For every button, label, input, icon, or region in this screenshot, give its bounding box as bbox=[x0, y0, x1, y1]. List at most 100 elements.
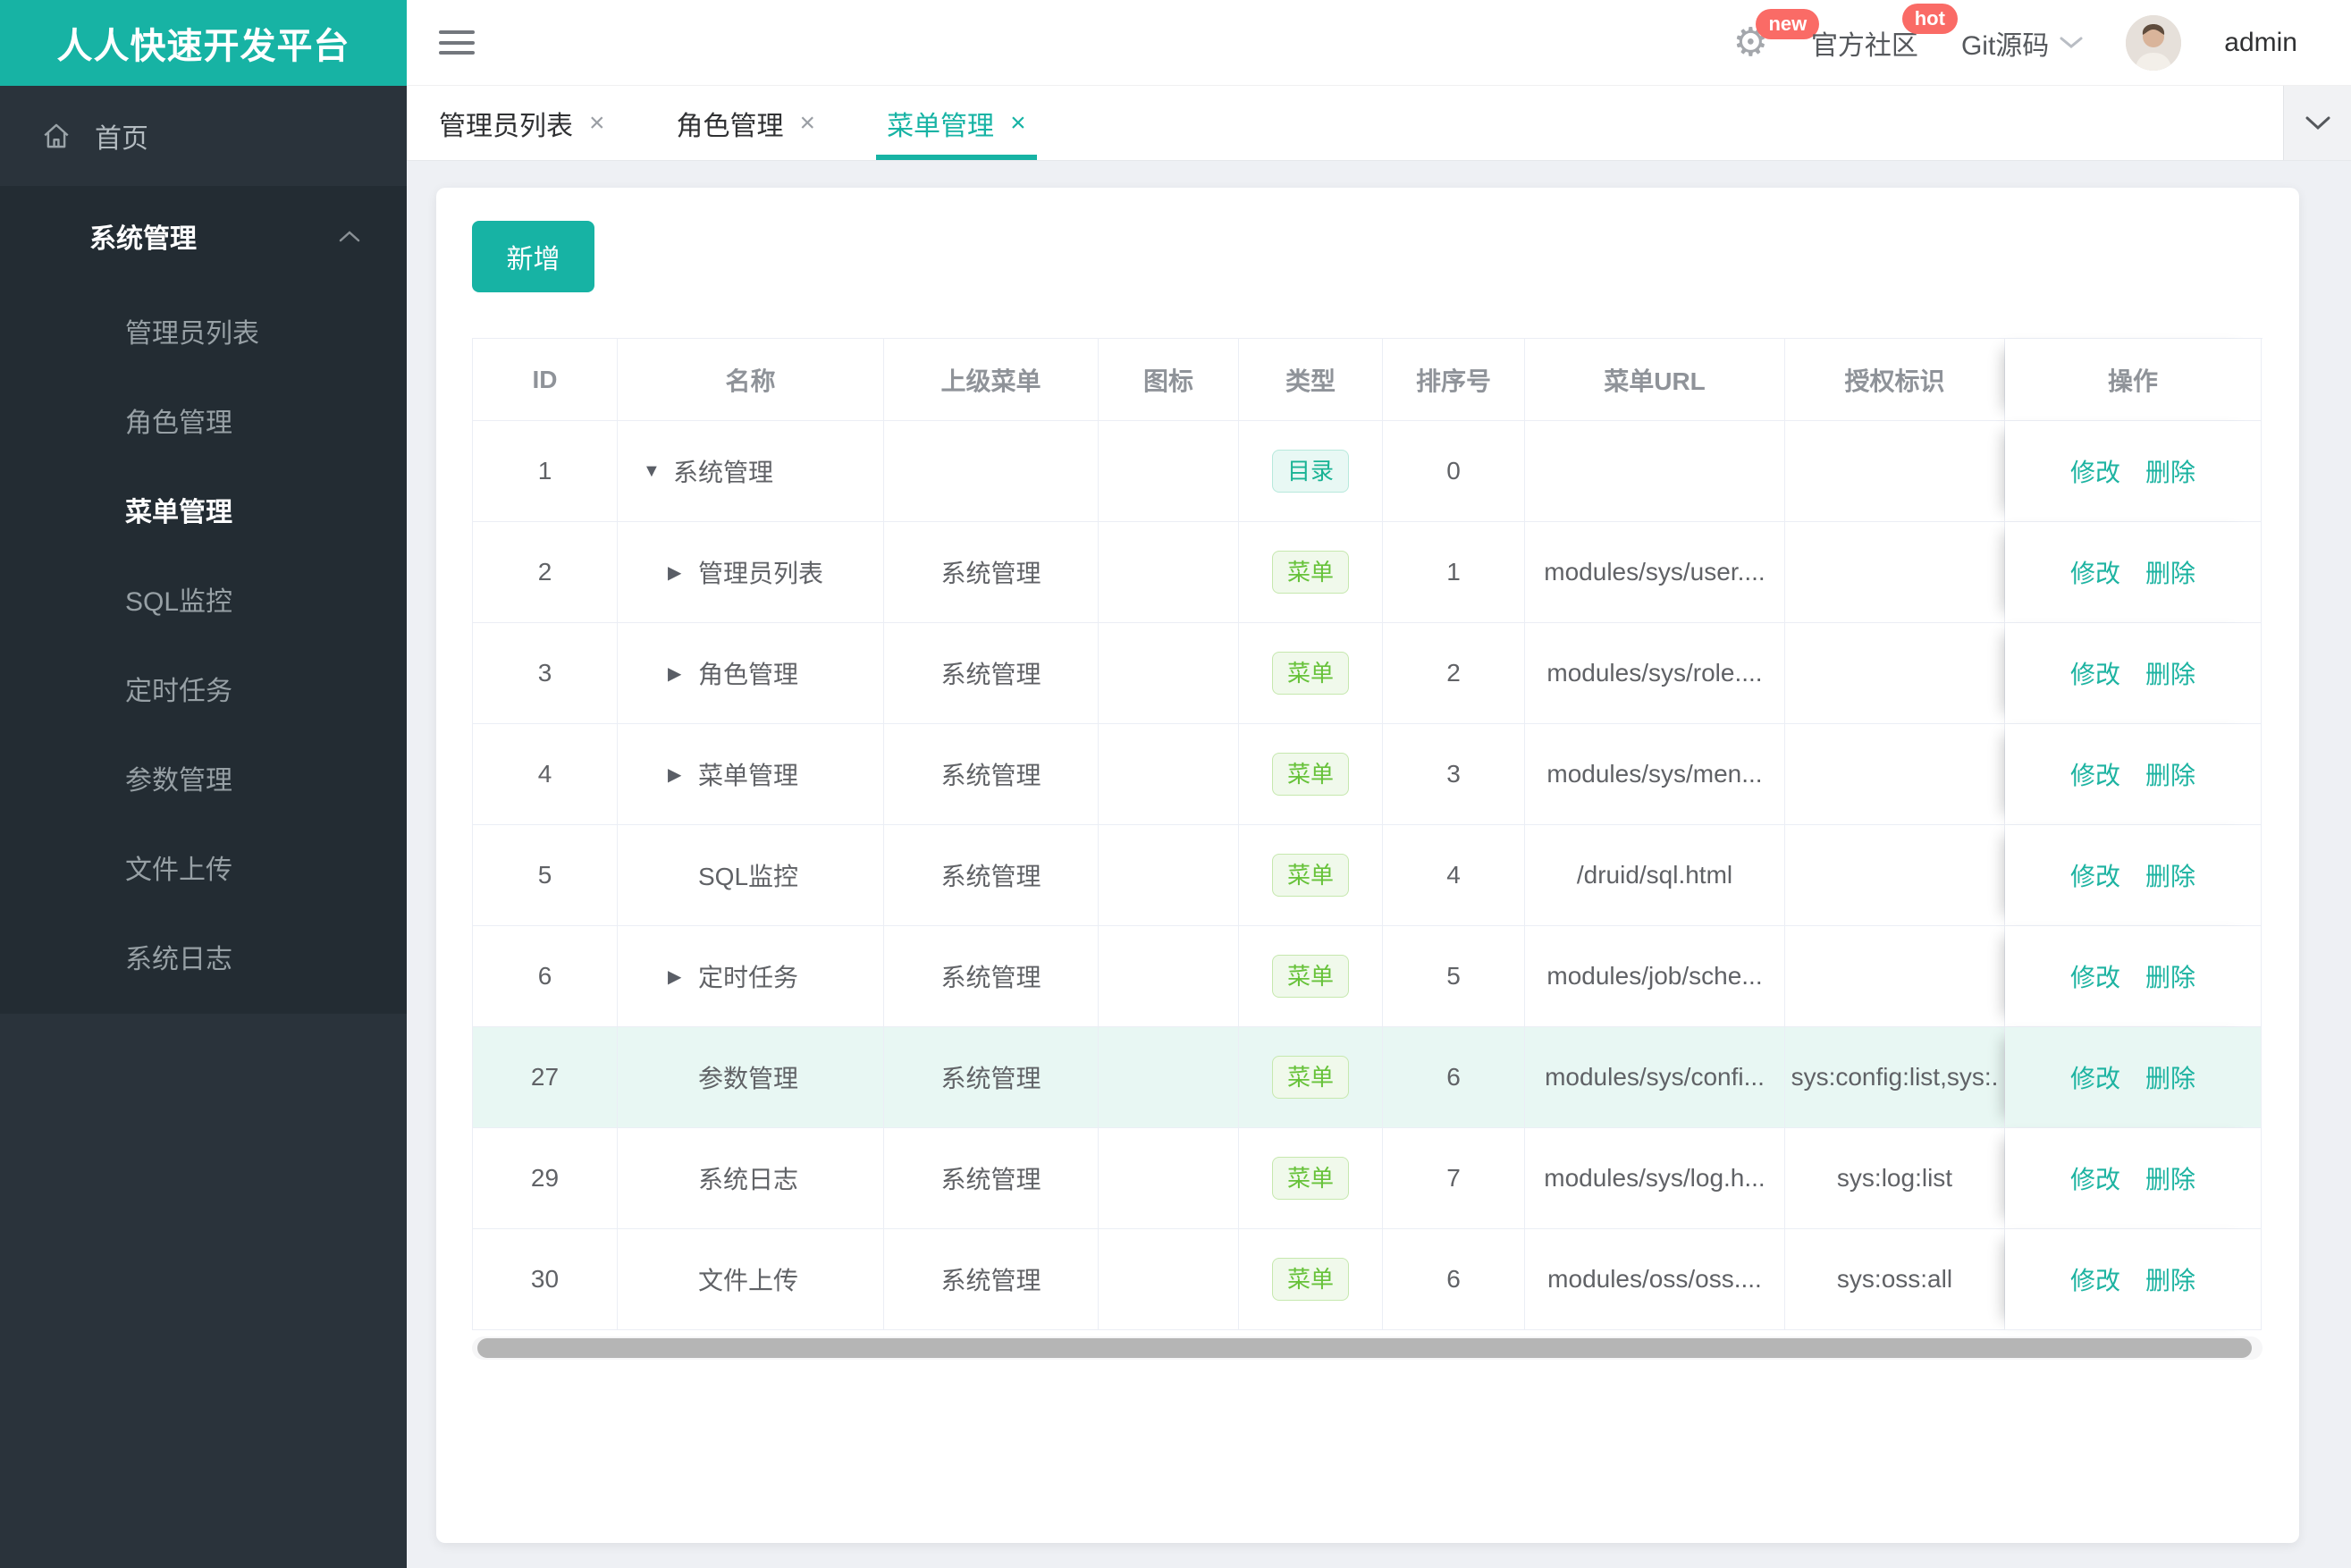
column-header-类型: 类型 bbox=[1239, 339, 1383, 421]
cell-menu-url bbox=[1525, 421, 1785, 522]
tab-label: 菜单管理 bbox=[887, 111, 995, 141]
brand-logo: 人人快速开发平台 bbox=[0, 0, 407, 86]
sidebar-item-文件上传[interactable]: 文件上传 bbox=[0, 822, 407, 912]
cell-order: 3 bbox=[1383, 724, 1525, 825]
horizontal-scrollbar-track bbox=[472, 1336, 2263, 1360]
table-row: 29 系统日志 系统管理 菜单 7 modules/sys/log.h... sys:log… bbox=[473, 1128, 2263, 1229]
delete-link[interactable]: 删除 bbox=[2145, 1261, 2195, 1297]
cell-id: 4 bbox=[473, 724, 618, 825]
tab-菜单管理[interactable]: 菜单管理 × bbox=[871, 86, 1042, 160]
community-label: 官方社区 bbox=[1810, 30, 1918, 61]
cell-perm bbox=[1785, 421, 2005, 522]
cell-name: 文件上传 bbox=[618, 1229, 884, 1330]
tree-collapse-icon[interactable]: ▼ bbox=[643, 461, 673, 482]
tab-close-icon[interactable]: × bbox=[589, 108, 605, 139]
cell-id: 27 bbox=[473, 1027, 618, 1128]
tree-expand-icon[interactable]: ▶ bbox=[668, 763, 698, 786]
avatar[interactable] bbox=[2126, 14, 2182, 71]
tab-overflow-button[interactable] bbox=[2283, 86, 2351, 160]
tab-角色管理[interactable]: 角色管理 × bbox=[661, 86, 832, 160]
column-header-图标: 图标 bbox=[1099, 339, 1239, 421]
sidebar-item-系统日志[interactable]: 系统日志 bbox=[0, 912, 407, 1001]
tab-管理员列表[interactable]: 管理员列表 × bbox=[423, 86, 621, 160]
edit-link[interactable]: 修改 bbox=[2070, 453, 2120, 489]
delete-link[interactable]: 删除 bbox=[2145, 655, 2195, 691]
sidebar-item-管理员列表[interactable]: 管理员列表 bbox=[0, 286, 407, 375]
type-badge: 菜单 bbox=[1271, 854, 1349, 897]
tab-close-icon[interactable]: × bbox=[800, 108, 816, 139]
delete-link[interactable]: 删除 bbox=[2145, 1160, 2195, 1196]
table-row: 4 ▶ 菜单管理 系统管理 菜单 3 modules/sys/men... 修改 删除 bbox=[473, 724, 2263, 825]
edit-link[interactable]: 修改 bbox=[2070, 857, 2120, 893]
sidebar-item-参数管理[interactable]: 参数管理 bbox=[0, 733, 407, 822]
cell-menu-url: modules/job/sche... bbox=[1525, 926, 1785, 1027]
cell-perm bbox=[1785, 522, 2005, 623]
cell-type: 菜单 bbox=[1239, 623, 1383, 724]
sidebar-item-定时任务[interactable]: 定时任务 bbox=[0, 644, 407, 733]
cell-menu-url: modules/oss/oss.... bbox=[1525, 1229, 1785, 1330]
delete-link[interactable]: 删除 bbox=[2145, 958, 2195, 994]
edit-link[interactable]: 修改 bbox=[2070, 554, 2120, 590]
delete-link[interactable]: 删除 bbox=[2145, 756, 2195, 792]
cell-type: 菜单 bbox=[1239, 1128, 1383, 1229]
hamburger-menu-icon[interactable] bbox=[439, 30, 475, 55]
sidebar-item-菜单管理[interactable]: 菜单管理 bbox=[0, 465, 407, 554]
tab-bar: 管理员列表 × 角色管理 × 菜单管理 × bbox=[407, 86, 2351, 161]
sidebar-item-home[interactable]: 首页 bbox=[0, 86, 407, 186]
column-header-ID: ID bbox=[473, 339, 618, 421]
tree-expand-icon[interactable]: ▶ bbox=[668, 662, 698, 685]
tree-expand-icon[interactable]: ▶ bbox=[668, 965, 698, 988]
sidebar-group-header[interactable]: 系统管理 bbox=[0, 186, 407, 286]
sidebar-group-label: 系统管理 bbox=[89, 224, 197, 254]
delete-link[interactable]: 删除 bbox=[2145, 453, 2195, 489]
delete-link[interactable]: 删除 bbox=[2145, 1059, 2195, 1095]
cell-parent-menu bbox=[884, 421, 1099, 522]
sidebar-home-label: 首页 bbox=[95, 124, 148, 154]
edit-link[interactable]: 修改 bbox=[2070, 756, 2120, 792]
type-badge: 菜单 bbox=[1271, 551, 1349, 594]
cell-icon bbox=[1099, 825, 1239, 926]
tab-label: 管理员列表 bbox=[439, 111, 573, 141]
delete-link[interactable]: 删除 bbox=[2145, 554, 2195, 590]
horizontal-scrollbar-thumb[interactable] bbox=[477, 1338, 2252, 1358]
settings-button[interactable]: ⚙ new bbox=[1732, 8, 1820, 63]
cell-name: 系统日志 bbox=[618, 1128, 884, 1229]
cell-order: 4 bbox=[1383, 825, 1525, 926]
username-dropdown[interactable]: admin bbox=[2224, 28, 2297, 58]
cell-name: ▶ 角色管理 bbox=[618, 623, 884, 724]
cell-parent-menu: 系统管理 bbox=[884, 825, 1099, 926]
sidebar-item-SQL监控[interactable]: SQL监控 bbox=[0, 554, 407, 644]
tree-expand-icon[interactable]: ▶ bbox=[668, 561, 698, 584]
menu-name-label: 定时任务 bbox=[698, 964, 799, 991]
sidebar-item-角色管理[interactable]: 角色管理 bbox=[0, 375, 407, 465]
menu-name-label: 文件上传 bbox=[698, 1267, 799, 1294]
cell-parent-menu: 系统管理 bbox=[884, 724, 1099, 825]
edit-link[interactable]: 修改 bbox=[2070, 655, 2120, 691]
type-badge: 菜单 bbox=[1271, 753, 1349, 796]
edit-link[interactable]: 修改 bbox=[2070, 1261, 2120, 1297]
cell-parent-menu: 系统管理 bbox=[884, 1229, 1099, 1330]
type-badge: 目录 bbox=[1271, 450, 1349, 493]
cell-type: 菜单 bbox=[1239, 825, 1383, 926]
cell-actions: 修改 删除 bbox=[2005, 1128, 2262, 1229]
cell-actions: 修改 删除 bbox=[2005, 623, 2262, 724]
community-link[interactable]: 官方社区 hot bbox=[1810, 3, 1958, 63]
cell-actions: 修改 删除 bbox=[2005, 926, 2262, 1027]
cell-type: 菜单 bbox=[1239, 1229, 1383, 1330]
git-source-dropdown[interactable]: Git源码 bbox=[1961, 23, 2083, 63]
cell-perm bbox=[1785, 825, 2005, 926]
cell-order: 6 bbox=[1383, 1027, 1525, 1128]
menu-name-label: 角色管理 bbox=[698, 661, 799, 688]
cell-icon bbox=[1099, 1229, 1239, 1330]
cell-type: 菜单 bbox=[1239, 926, 1383, 1027]
menu-name-label: 菜单管理 bbox=[698, 762, 799, 789]
add-button[interactable]: 新增 bbox=[472, 221, 594, 292]
cell-order: 5 bbox=[1383, 926, 1525, 1027]
delete-link[interactable]: 删除 bbox=[2145, 857, 2195, 893]
cell-actions: 修改 删除 bbox=[2005, 421, 2262, 522]
edit-link[interactable]: 修改 bbox=[2070, 958, 2120, 994]
tab-close-icon[interactable]: × bbox=[1010, 108, 1026, 139]
edit-link[interactable]: 修改 bbox=[2070, 1059, 2120, 1095]
edit-link[interactable]: 修改 bbox=[2070, 1160, 2120, 1196]
cell-menu-url: modules/sys/user.... bbox=[1525, 522, 1785, 623]
